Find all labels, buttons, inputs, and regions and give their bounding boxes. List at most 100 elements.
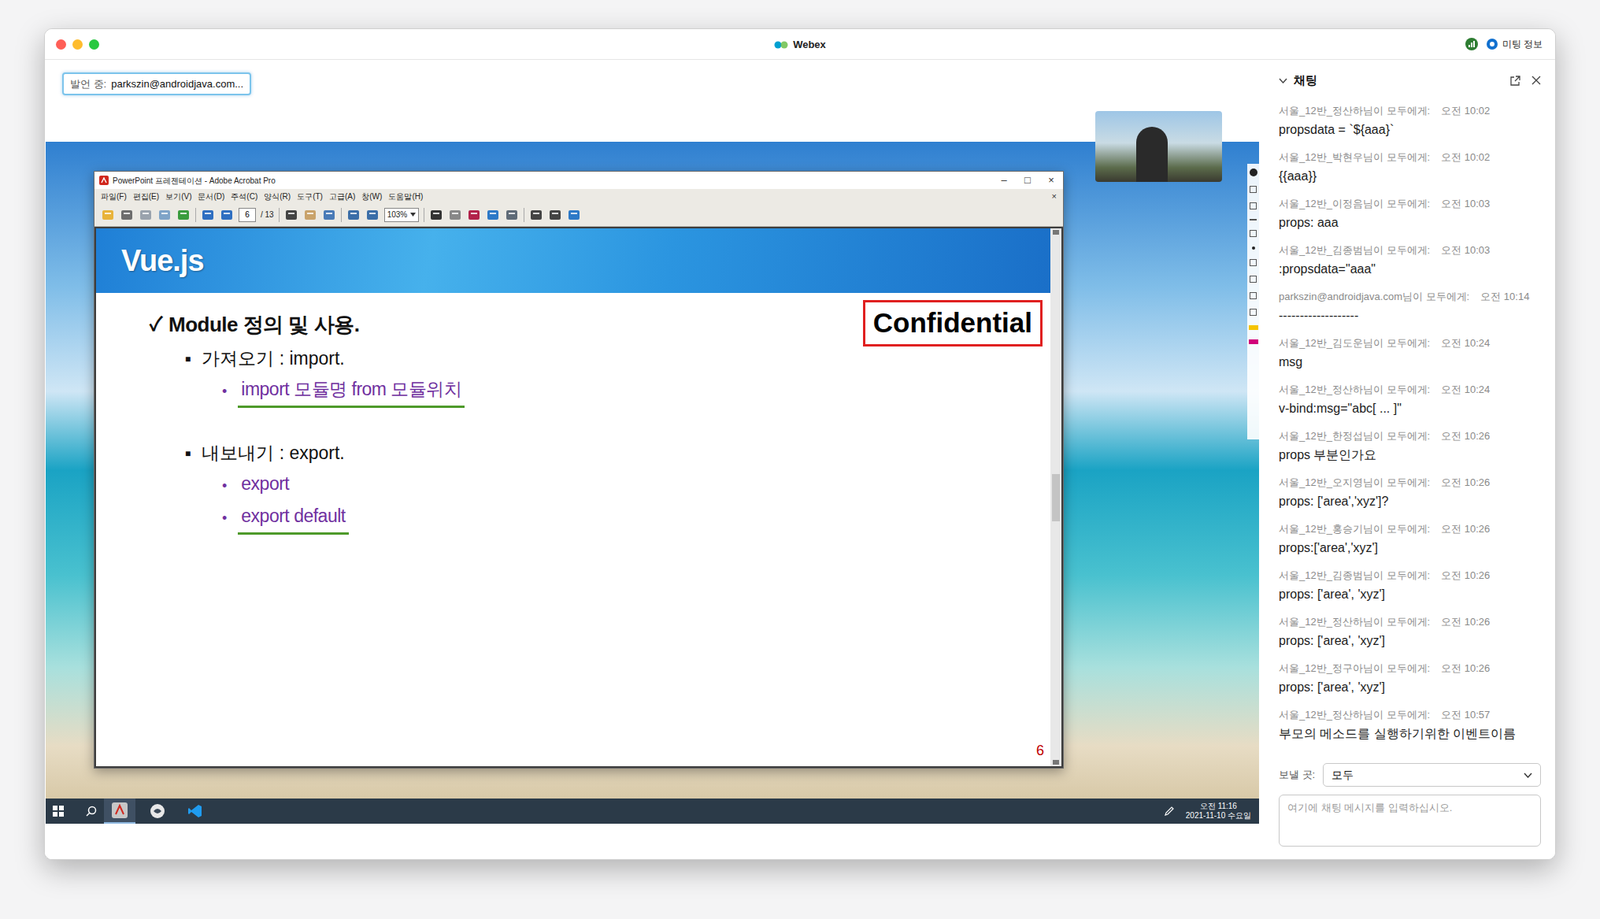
pointer-icon[interactable] [429, 207, 444, 223]
chat-text: propsdata = `${aaa}` [1278, 122, 1541, 138]
separator [195, 207, 197, 223]
separator [523, 207, 525, 223]
meeting-info-button[interactable]: 미팅 정보 [1485, 37, 1543, 52]
trash-icon[interactable] [1249, 275, 1257, 283]
page-field[interactable]: 6 [238, 207, 256, 223]
menu-item[interactable]: 창(W) [358, 190, 386, 203]
open-icon[interactable] [100, 207, 115, 223]
highlighter-icon[interactable] [1249, 229, 1257, 238]
browser-icon [149, 803, 166, 819]
slide-sub-item: •import 모듈명 from 모듈위치 [96, 375, 1051, 408]
minimize-button[interactable] [72, 39, 83, 50]
pop-out-icon[interactable] [1510, 75, 1521, 86]
edit-form-icon[interactable] [566, 207, 582, 223]
zoom-button[interactable] [88, 39, 100, 50]
collapse-icon[interactable] [1278, 77, 1288, 84]
windows-start-icon[interactable] [51, 804, 65, 818]
menu-item[interactable]: 편집(E) [129, 190, 163, 203]
select-text-icon[interactable] [284, 207, 299, 223]
save-icon[interactable] [138, 207, 153, 223]
scrollbar[interactable] [1050, 228, 1062, 767]
webex-logo-icon [774, 39, 789, 51]
clock-date: 2021-11-10 수요일 [1185, 811, 1252, 821]
field-icon[interactable] [529, 207, 544, 223]
taskbar-app[interactable] [103, 798, 136, 824]
stamp-icon[interactable] [485, 207, 500, 223]
chat-sender: parkszin@androidjava.com님이 모두에게: [1278, 289, 1470, 304]
scroll-up-icon[interactable] [1052, 229, 1060, 235]
stage-bottom [44, 823, 1267, 860]
attach-icon[interactable] [504, 207, 519, 223]
next-page-icon[interactable] [219, 207, 234, 223]
pen-icon[interactable] [1249, 202, 1257, 210]
meeting-info-label[interactable]: 미팅 정보 [1502, 37, 1543, 52]
signal-icon[interactable] [1465, 37, 1478, 51]
clipboard-icon[interactable] [1249, 308, 1257, 316]
hand-icon[interactable] [303, 207, 318, 223]
slide: Vue.jsConfidential✓Module 정의 및 사용.■가져오기 … [96, 228, 1051, 767]
chat-message: 서울_12반_박현우님이 모두에게:오전 10:02{{aaa}} [1278, 150, 1541, 185]
chat-time: 오전 10:02 [1440, 103, 1490, 118]
pen-icon[interactable] [1163, 805, 1175, 817]
send-to-label: 보낼 곳: [1278, 766, 1315, 783]
color-icon[interactable] [1248, 339, 1259, 345]
chat-message-meta: 서울_12반_김종범님이 모두에게:오전 10:26 [1278, 568, 1541, 582]
line-icon[interactable] [1249, 218, 1257, 221]
chat-message-meta: 서울_12반_한정섭님이 모두에게:오전 10:26 [1278, 429, 1541, 443]
prev-page-icon[interactable] [200, 207, 215, 223]
menu-item[interactable]: 고급(A) [325, 190, 359, 203]
zoom-value[interactable]: 103% [387, 208, 408, 221]
menu-item[interactable]: 도구(T) [293, 190, 326, 203]
participant-video[interactable] [1095, 111, 1223, 182]
chat-time: 오전 10:26 [1440, 522, 1490, 536]
save-icon[interactable] [1249, 292, 1257, 300]
annotate-icon[interactable] [1249, 168, 1258, 177]
form-icon[interactable] [548, 207, 563, 223]
close-icon[interactable] [1531, 75, 1541, 86]
zoom-out-icon[interactable] [346, 207, 361, 223]
window-control[interactable]: × [1039, 172, 1063, 189]
menu-item[interactable]: 주석(C) [227, 190, 261, 203]
taskbar-app[interactable] [141, 798, 174, 824]
pointer-icon[interactable] [1249, 185, 1257, 193]
window-control[interactable]: – [992, 172, 1016, 189]
web-icon[interactable] [176, 207, 191, 223]
scroll-down-icon[interactable] [1052, 759, 1060, 765]
menu-item[interactable]: 양식(R) [260, 190, 294, 203]
menu-item[interactable]: 도움말(H) [385, 190, 426, 203]
close-button[interactable] [55, 39, 67, 50]
search-icon[interactable] [85, 804, 98, 818]
menu-item[interactable]: 문서(D) [194, 190, 228, 203]
clock[interactable]: 오전 11:162021-11-10 수요일 [1185, 801, 1252, 821]
slide-bullet-text: 내보내기 : export. [201, 439, 345, 467]
menu-item[interactable]: 보기(V) [162, 190, 195, 203]
menu-close-button[interactable]: × [1051, 189, 1060, 204]
menu-item[interactable]: 파일(F) [97, 190, 130, 203]
chat-time: 오전 10:03 [1440, 196, 1490, 211]
zoom-field[interactable]: 103% [384, 207, 420, 223]
zoom-in-icon[interactable] [365, 207, 380, 223]
chat-sender: 서울_12반_박현우님이 모두에게: [1278, 150, 1430, 164]
zoom-icon[interactable] [322, 207, 337, 223]
print-icon[interactable] [119, 207, 134, 223]
eraser-icon[interactable] [1249, 259, 1257, 267]
chat-time: 오전 10:24 [1440, 336, 1490, 350]
taskbar-app[interactable] [179, 798, 212, 824]
dot-icon[interactable] [1251, 246, 1256, 250]
slide-sub-item: •export [96, 470, 1051, 503]
chat-input[interactable] [1278, 794, 1541, 847]
send-to-value[interactable]: 모두 [1331, 766, 1354, 784]
menu-bar: 파일(F)편집(E)보기(V)문서(D)주석(C)양식(R)도구(T)고급(A)… [94, 188, 1063, 204]
ok-icon[interactable] [448, 207, 463, 223]
scroll-thumb[interactable] [1051, 474, 1060, 522]
send-to-dropdown[interactable]: 모두 [1322, 762, 1541, 787]
chat-message: 서울_12반_김종범님이 모두에게:오전 10:26props: ['area'… [1278, 568, 1541, 603]
chat-message-meta: 서울_12반_이정음님이 모두에게:오전 10:03 [1278, 196, 1541, 211]
email-icon[interactable] [157, 207, 172, 223]
stage: 발언 중:parkszin@androidjava.com...PowerPoi… [44, 59, 1267, 860]
chat-message-meta: 서울_12반_김종범님이 모두에게:오전 10:03 [1278, 243, 1541, 257]
window-control[interactable]: □ [1015, 172, 1040, 189]
sign-icon[interactable] [466, 207, 482, 223]
color-icon[interactable] [1248, 325, 1259, 330]
chat-input-wrap [1278, 786, 1541, 860]
